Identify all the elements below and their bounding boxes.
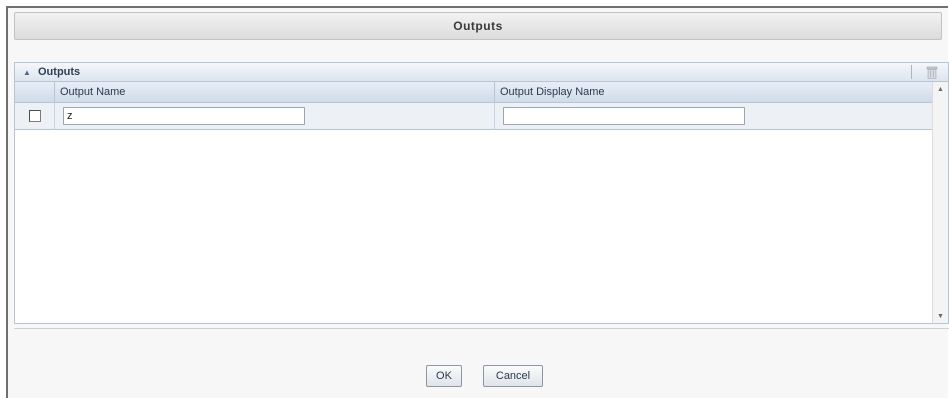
column-header-select xyxy=(15,82,55,102)
output-name-input[interactable] xyxy=(63,107,305,125)
scroll-up-arrow-icon[interactable]: ▲ xyxy=(933,82,948,96)
column-header-output-name[interactable]: Output Name xyxy=(55,82,495,102)
ok-button[interactable]: OK xyxy=(426,365,462,387)
row-select-cell xyxy=(15,103,55,129)
grid-header: Output Name Output Display Name xyxy=(15,82,933,103)
outputs-grid: Output Name Output Display Name xyxy=(15,82,933,323)
outputs-panel: ▲ Outputs Output Name Output Display Nam… xyxy=(14,62,949,324)
table-row xyxy=(15,103,933,130)
output-display-name-input[interactable] xyxy=(503,107,745,125)
dialog-title: Outputs xyxy=(453,19,503,33)
panel-header[interactable]: ▲ Outputs xyxy=(15,63,948,82)
chevron-up-icon[interactable]: ▲ xyxy=(22,67,32,77)
cancel-button[interactable]: Cancel xyxy=(483,365,543,387)
output-display-name-cell xyxy=(495,103,933,129)
vertical-scrollbar[interactable]: ▲ ▼ xyxy=(932,82,948,323)
header-divider xyxy=(911,65,912,79)
column-header-output-display-name[interactable]: Output Display Name xyxy=(495,82,933,102)
output-name-cell xyxy=(55,103,495,129)
row-checkbox[interactable] xyxy=(28,110,41,122)
panel-title: Outputs xyxy=(38,66,81,78)
dialog-title-bar: Outputs xyxy=(14,12,942,40)
scroll-down-arrow-icon[interactable]: ▼ xyxy=(933,309,948,323)
footer-divider xyxy=(14,328,949,329)
trash-icon[interactable] xyxy=(926,66,938,79)
